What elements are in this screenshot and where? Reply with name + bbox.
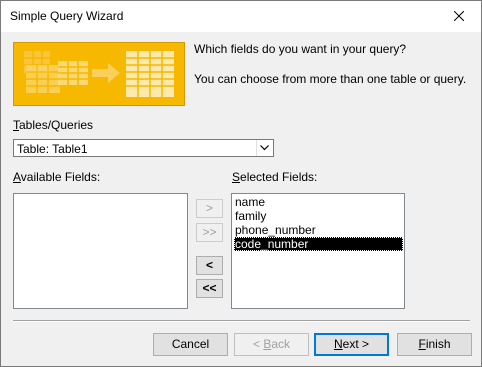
next-button-rest: ext > (342, 337, 370, 351)
back-button[interactable]: < Back (234, 333, 309, 356)
simple-query-wizard-window: Simple Query Wizard Which fields do you … (0, 0, 482, 367)
remove-all-fields-button[interactable]: << (196, 279, 223, 298)
selected-field-item[interactable]: phone_number (234, 223, 403, 237)
finish-button-accel: F (418, 337, 426, 351)
selected-field-item[interactable]: family (234, 209, 403, 223)
finish-button-rest: inish (425, 337, 451, 351)
selected-field-item[interactable]: name (234, 195, 403, 209)
back-button-rest: ack (271, 337, 291, 351)
remove-field-button[interactable]: < (196, 256, 223, 275)
next-button[interactable]: Next > (314, 333, 389, 356)
available-fields-label-accel: A (13, 170, 21, 184)
window-title: Simple Query Wizard (10, 9, 124, 23)
finish-button[interactable]: Finish (397, 333, 472, 356)
tables-to-query-icon (14, 43, 184, 105)
cancel-button[interactable]: Cancel (153, 333, 228, 356)
available-fields-label: Available Fields: (13, 170, 100, 184)
selected-fields-label-accel: S (232, 170, 241, 184)
close-icon (454, 11, 464, 21)
close-button[interactable] (437, 1, 481, 32)
intro-question: Which fields do you want in your query? (194, 42, 407, 56)
add-all-fields-button[interactable]: >> (196, 223, 223, 242)
next-button-accel: N (333, 337, 343, 351)
selected-fields-label-rest: elected Fields: (240, 170, 318, 184)
intro-hint: You can choose from more than one table … (194, 72, 467, 86)
tables-queries-label-rest: ables/Queries (19, 118, 94, 132)
tables-queries-label: Tables/Queries (13, 118, 93, 132)
chevron-down-icon (260, 145, 269, 151)
back-button-prefix: < (252, 337, 264, 351)
available-fields-listbox[interactable] (13, 193, 188, 309)
tables-queries-selected-value: Table: Table1 (17, 142, 88, 156)
selected-field-item-active[interactable]: code_number (234, 237, 403, 251)
title-bar[interactable]: Simple Query Wizard (1, 1, 481, 32)
selected-fields-label: Selected Fields: (232, 170, 317, 184)
add-field-button[interactable]: > (196, 199, 223, 218)
tables-queries-combobox[interactable]: Table: Table1 (13, 139, 274, 157)
available-fields-label-rest: vailable Fields: (20, 170, 101, 184)
footer-separator (13, 320, 470, 322)
tables-queries-dropdown-button[interactable] (256, 140, 273, 156)
wizard-banner-illustration (13, 42, 185, 106)
selected-fields-listbox[interactable]: name family phone_number code_number (231, 193, 405, 309)
